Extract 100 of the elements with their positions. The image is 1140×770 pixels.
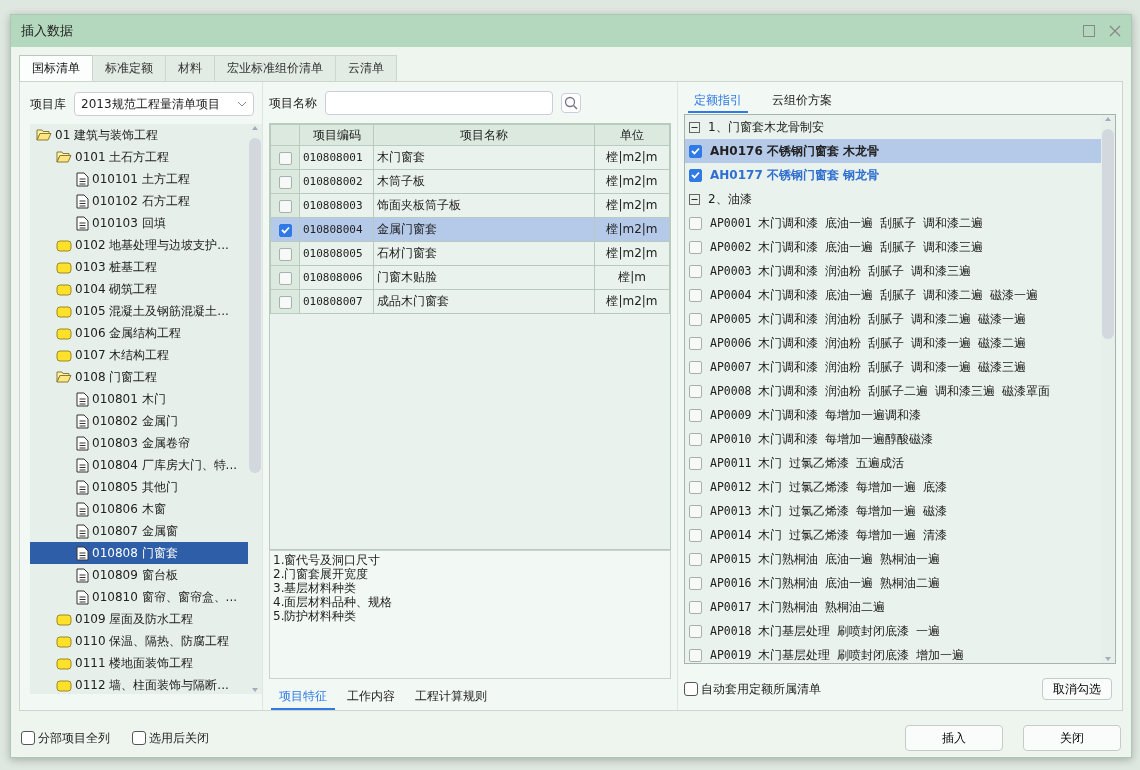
checkbox[interactable] — [689, 264, 702, 278]
checkbox[interactable] — [278, 223, 292, 237]
checkbox[interactable] — [278, 151, 292, 165]
tree-item[interactable]: 0106 金属结构工程 — [30, 322, 248, 344]
checkbox[interactable] — [278, 175, 292, 189]
quota-row[interactable]: AP0006 木门调和漆 润油粉 刮腻子 调和漆一遍 磁漆二遍 — [685, 331, 1101, 355]
collapse-icon[interactable] — [689, 121, 700, 133]
search-field[interactable] — [325, 91, 553, 115]
quota-row[interactable]: AP0003 木门调和漆 润油粉 刮腻子 调和漆三遍 — [685, 259, 1101, 283]
collapse-icon[interactable] — [689, 193, 700, 205]
checkbox[interactable] — [689, 480, 702, 494]
checkbox[interactable] — [689, 504, 702, 518]
tree-item[interactable]: 0102 地基处理与边坡支护... — [30, 234, 248, 256]
tab[interactable]: 国标清单 — [19, 55, 93, 81]
tab[interactable]: 宏业标准组价清单 — [214, 55, 336, 81]
checkbox[interactable] — [689, 336, 702, 350]
checkbox[interactable] — [689, 552, 702, 566]
quota-row[interactable]: AP0004 木门调和漆 底油一遍 刮腻子 调和漆二遍 磁漆一遍 — [685, 283, 1101, 307]
quota-row[interactable]: AP0018 木门基层处理 刷喷封闭底漆 一遍 — [685, 619, 1101, 643]
checkbox[interactable] — [684, 682, 698, 696]
checkbox[interactable] — [278, 271, 292, 285]
tree-item[interactable]: 0105 混凝土及钢筋混凝土... — [30, 300, 248, 322]
quota-row[interactable]: AP0008 木门调和漆 润油粉 刮腻子二遍 调和漆三遍 磁漆罩面 — [685, 379, 1101, 403]
tree-item[interactable]: 010802 金属门 — [30, 410, 248, 432]
tab[interactable]: 工程计算规则 — [407, 685, 495, 710]
tree-item[interactable]: 010805 其他门 — [30, 476, 248, 498]
quota-row[interactable]: AP0007 木门调和漆 润油粉 刮腻子 调和漆一遍 磁漆三遍 — [685, 355, 1101, 379]
checkbox[interactable] — [689, 384, 702, 398]
checkbox[interactable] — [278, 295, 292, 309]
tab[interactable]: 标准定额 — [92, 55, 166, 81]
checkbox[interactable] — [689, 360, 702, 374]
tree-item[interactable]: 0110 保温、隔热、防腐工程 — [30, 630, 248, 652]
scroll-up-icon[interactable] — [1103, 115, 1113, 123]
checkbox[interactable] — [689, 168, 702, 182]
quota-row[interactable]: AP0012 木门 过氯乙烯漆 每增加一遍 底漆 — [685, 475, 1101, 499]
tree-item[interactable]: 0103 桩基工程 — [30, 256, 248, 278]
checkbox[interactable] — [689, 240, 702, 254]
tree-item[interactable]: 0108 门窗工程 — [30, 366, 248, 388]
checkbox[interactable] — [689, 576, 702, 590]
quota-row[interactable]: AP0009 木门调和漆 每增加一遍调和漆 — [685, 403, 1101, 427]
clear-selection-button[interactable]: 取消勾选 — [1042, 678, 1112, 700]
checkbox[interactable] — [132, 731, 146, 745]
maximize-icon[interactable] — [1083, 25, 1095, 37]
quota-row[interactable]: AP0005 木门调和漆 润油粉 刮腻子 调和漆二遍 磁漆一遍 — [685, 307, 1101, 331]
quota-row[interactable]: AP0002 木门调和漆 底油一遍 刮腻子 调和漆三遍 — [685, 235, 1101, 259]
quota-row[interactable]: AP0016 木门熟桐油 底油一遍 熟桐油二遍 — [685, 571, 1101, 595]
tree-item[interactable]: 010807 金属窗 — [30, 520, 248, 542]
tree-item[interactable]: 010803 金属卷帘 — [30, 432, 248, 454]
insert-button[interactable]: 插入 — [905, 725, 1003, 751]
tree-item[interactable]: 010810 窗帘、窗帘盒、... — [30, 586, 248, 608]
checkbox[interactable] — [689, 648, 702, 662]
checkbox[interactable] — [278, 247, 292, 261]
tree-item[interactable]: 010101 土方工程 — [30, 168, 248, 190]
tab[interactable]: 云清单 — [335, 55, 397, 81]
tree-item[interactable]: 0104 砌筑工程 — [30, 278, 248, 300]
close-button[interactable]: 关闭 — [1023, 725, 1121, 751]
tree-item[interactable]: 010806 木窗 — [30, 498, 248, 520]
quota-row[interactable]: AP0019 木门基层处理 刷喷封闭底漆 增加一遍 — [685, 643, 1101, 663]
library-dropdown[interactable]: 2013规范工程量清单项目 — [74, 92, 254, 116]
tree-item[interactable]: 010102 石方工程 — [30, 190, 248, 212]
tab[interactable]: 项目特征 — [271, 685, 335, 710]
quota-row[interactable]: AP0010 木门调和漆 每增加一遍醇酸磁漆 — [685, 427, 1101, 451]
checkbox[interactable] — [689, 312, 702, 326]
checkbox[interactable] — [689, 216, 702, 230]
scroll-down-icon[interactable] — [250, 686, 260, 694]
quota-row[interactable]: AH0177 不锈钢门窗套 钢龙骨 — [685, 163, 1101, 187]
tree-item[interactable]: 010808 门窗套 — [30, 542, 248, 564]
tab[interactable]: 工作内容 — [339, 685, 403, 710]
checkbox[interactable] — [689, 456, 702, 470]
tree-item[interactable]: 010809 窗台板 — [30, 564, 248, 586]
checkbox[interactable] — [689, 144, 702, 158]
tree-item[interactable]: 0112 墙、柱面装饰与隔断... — [30, 674, 248, 694]
checkbox[interactable] — [689, 432, 702, 446]
close-icon[interactable] — [1109, 25, 1121, 37]
checkbox[interactable] — [689, 408, 702, 422]
checkbox[interactable] — [689, 600, 702, 614]
checkbox[interactable] — [689, 528, 702, 542]
search-button[interactable] — [561, 93, 581, 113]
tab[interactable]: 云组价方案 — [766, 90, 838, 113]
tree-item[interactable]: 0111 楼地面装饰工程 — [30, 652, 248, 674]
quota-row[interactable]: AH0176 不锈钢门窗套 木龙骨 — [685, 139, 1101, 163]
quota-row[interactable]: AP0001 木门调和漆 底油一遍 刮腻子 调和漆二遍 — [685, 211, 1101, 235]
quota-row[interactable]: AP0011 木门 过氯乙烯漆 五遍成活 — [685, 451, 1101, 475]
tree-item[interactable]: 01 建筑与装饰工程 — [30, 124, 248, 146]
tab[interactable]: 材料 — [165, 55, 215, 81]
quota-row[interactable]: AP0013 木门 过氯乙烯漆 每增加一遍 磁漆 — [685, 499, 1101, 523]
scroll-down-icon[interactable] — [1103, 655, 1113, 663]
quota-row[interactable]: AP0014 木门 过氯乙烯漆 每增加一遍 清漆 — [685, 523, 1101, 547]
scroll-up-icon[interactable] — [250, 124, 260, 132]
checkbox[interactable] — [278, 199, 292, 213]
tree-item[interactable]: 0101 土石方工程 — [30, 146, 248, 168]
tree-item[interactable]: 010103 回填 — [30, 212, 248, 234]
tree-item[interactable]: 0107 木结构工程 — [30, 344, 248, 366]
tree-item[interactable]: 010804 厂库房大门、特... — [30, 454, 248, 476]
tree-item[interactable]: 0109 屋面及防水工程 — [30, 608, 248, 630]
quota-row[interactable]: AP0015 木门熟桐油 底油一遍 熟桐油一遍 — [685, 547, 1101, 571]
scrollbar-thumb[interactable] — [1102, 129, 1114, 339]
checkbox[interactable] — [689, 624, 702, 638]
tree-item[interactable]: 010801 木门 — [30, 388, 248, 410]
checkbox[interactable] — [689, 288, 702, 302]
